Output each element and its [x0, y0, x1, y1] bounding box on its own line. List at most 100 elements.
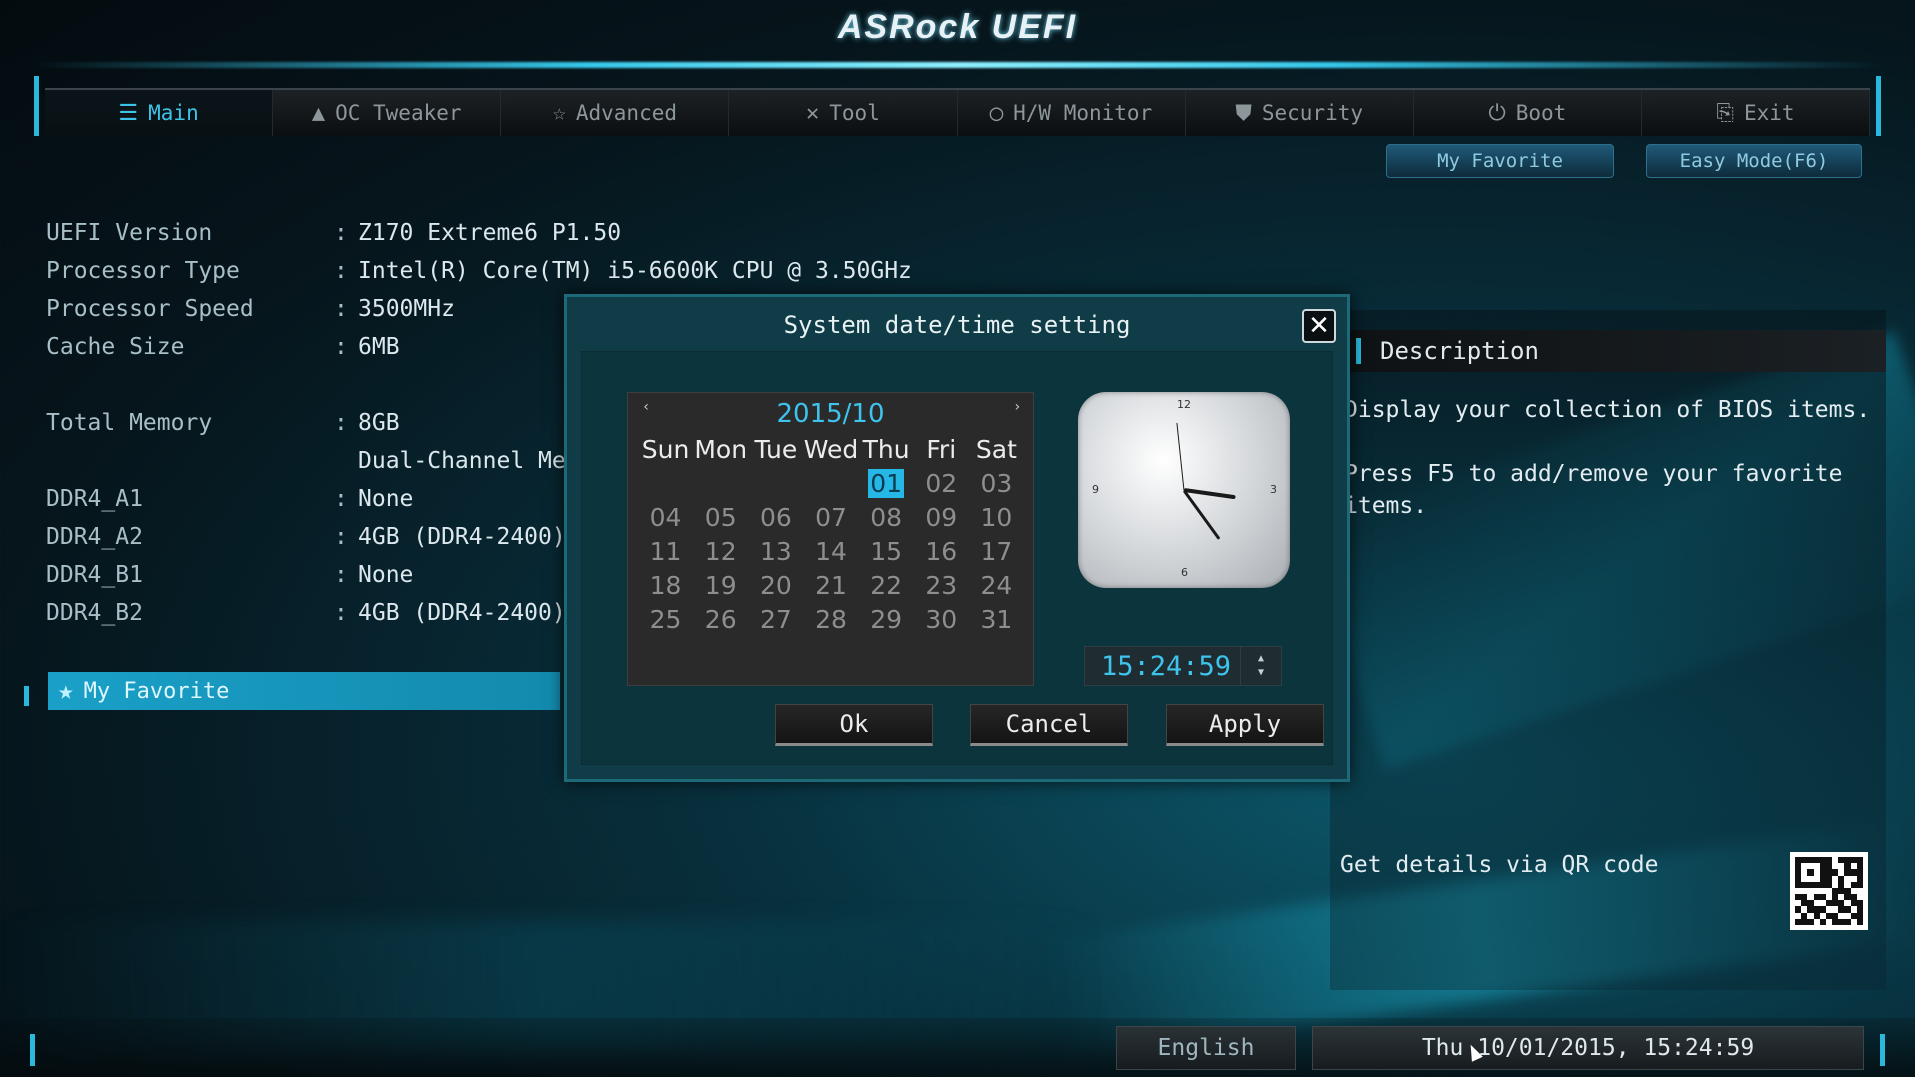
calendar-day-number: 29	[870, 605, 903, 634]
dialog-title: System date/time setting	[783, 311, 1131, 339]
calendar-day[interactable]: 06	[748, 501, 803, 535]
calendar-day[interactable]: 04	[638, 501, 693, 535]
calendar-day[interactable]: 07	[803, 501, 858, 535]
calendar-day[interactable]: 03	[969, 467, 1024, 501]
calendar-day[interactable]: 12	[693, 535, 748, 569]
calendar-day-number: 14	[815, 537, 847, 566]
calendar-day-number: 22	[870, 571, 903, 600]
calendar-day[interactable]: 24	[969, 569, 1024, 603]
calendar-day-number: 27	[759, 605, 792, 634]
calendar-day[interactable]: 31	[969, 603, 1024, 637]
calendar-day-number: 28	[815, 605, 847, 634]
tab-label: H/W Monitor	[1013, 101, 1153, 125]
calendar-day-number: 25	[649, 605, 682, 634]
system-datetime-display[interactable]: Thu 10/01/2015, 15:24:59	[1312, 1026, 1864, 1070]
calendar-day[interactable]: 05	[693, 501, 748, 535]
calendar-day-number: 26	[704, 605, 737, 634]
next-month-button[interactable]: ›	[1013, 399, 1021, 415]
tab-h-w-monitor[interactable]: ◯ H/W Monitor	[958, 90, 1186, 136]
info-separator: :	[334, 562, 348, 588]
calendar-day-number: 05	[704, 503, 737, 532]
info-value: Z170 Extreme6 P1.50	[358, 220, 622, 246]
calendar-day[interactable]: 17	[969, 535, 1024, 569]
ok-button[interactable]: Ok	[775, 704, 933, 746]
close-icon[interactable]: ✕	[1302, 309, 1336, 343]
calendar-day-selected[interactable]: 01	[859, 467, 914, 501]
info-label: Processor Type	[46, 258, 240, 284]
calendar-day[interactable]: 16	[914, 535, 969, 569]
info-separator: :	[334, 486, 348, 512]
stepper-down-icon[interactable]: ▼	[1258, 666, 1264, 680]
calendar-day[interactable]: 09	[914, 501, 969, 535]
calendar-day[interactable]: 28	[803, 603, 858, 637]
asrock-uefi-logo: ASRock UEFI	[837, 8, 1078, 46]
info-value: 8GB	[358, 410, 400, 436]
calendar: ‹ 2015/10 › Sun Mon Tue Wed Thu Fri Sat 01 02 03 0…	[627, 392, 1034, 686]
calendar-day-number: 02	[925, 469, 958, 498]
tools-icon: ✕	[806, 100, 820, 126]
info-separator: :	[334, 410, 348, 436]
calendar-day[interactable]: 02	[914, 467, 969, 501]
language-button[interactable]: English	[1116, 1026, 1296, 1070]
calendar-day-number: 06	[759, 503, 792, 532]
calendar-day-number: 19	[704, 571, 737, 600]
bottom-right-edge-bar	[1880, 1034, 1885, 1066]
info-value: Intel(R) Core(TM) i5-6600K CPU @ 3.50GHz	[358, 258, 912, 284]
calendar-day[interactable]: 13	[748, 535, 803, 569]
star-icon: ★	[58, 676, 74, 706]
apply-button[interactable]: Apply	[1166, 704, 1324, 746]
calendar-day[interactable]: 23	[914, 569, 969, 603]
info-label: UEFI Version	[46, 220, 213, 246]
calendar-blank	[803, 467, 858, 501]
calendar-day[interactable]: 08	[859, 501, 914, 535]
calendar-day[interactable]: 22	[859, 569, 914, 603]
calendar-day[interactable]: 26	[693, 603, 748, 637]
calendar-day[interactable]: 19	[693, 569, 748, 603]
cancel-button[interactable]: Cancel	[970, 704, 1128, 746]
tab-security[interactable]: ⛊ Security	[1186, 90, 1414, 136]
tab-label: Boot	[1515, 101, 1567, 125]
main-tab-bar: ☰ Main ▲ OC Tweaker ☆ Advanced ✕ Tool ◯ H/W Monit…	[45, 88, 1870, 136]
weekday-header: Wed	[803, 435, 859, 464]
calendar-day[interactable]: 11	[638, 535, 693, 569]
rocket-icon: ▲	[311, 100, 326, 126]
tab-main[interactable]: ☰ Main	[45, 90, 274, 136]
clock-number-12: 12	[1177, 398, 1191, 411]
calendar-day[interactable]: 15	[859, 535, 914, 569]
calendar-day[interactable]: 29	[859, 603, 914, 637]
calendar-day[interactable]: 25	[638, 603, 693, 637]
my-favorite-bar[interactable]: ★ My Favorite	[48, 672, 560, 710]
info-label: DDR4_B2	[46, 600, 143, 626]
list-icon: ☰	[118, 100, 139, 126]
clock-minute-hand	[1182, 489, 1221, 540]
calendar-day-number: 16	[925, 537, 958, 566]
calendar-day[interactable]: 10	[969, 501, 1024, 535]
calendar-day[interactable]: 21	[803, 569, 858, 603]
calendar-blank	[748, 467, 803, 501]
tab-boot[interactable]: ⏻ Boot	[1414, 90, 1642, 136]
calendar-day[interactable]: 30	[914, 603, 969, 637]
tab-label: Main	[148, 101, 199, 125]
info-label: DDR4_B1	[46, 562, 143, 588]
calendar-blank	[693, 467, 748, 501]
stepper-up-icon[interactable]: ▲	[1258, 652, 1264, 666]
tab-label: OC Tweaker	[335, 101, 462, 125]
calendar-day-number: 07	[815, 503, 847, 532]
info-value: None	[358, 486, 414, 512]
calendar-day[interactable]: 27	[748, 603, 803, 637]
time-stepper[interactable]: ▲ ▼	[1240, 646, 1282, 686]
analog-clock: 12 3 6 9	[1078, 392, 1290, 588]
calendar-day[interactable]: 14	[803, 535, 858, 569]
tab-exit[interactable]: ⎘ Exit	[1642, 90, 1870, 136]
calendar-day[interactable]: 18	[638, 569, 693, 603]
tab-tool[interactable]: ✕ Tool	[729, 90, 958, 136]
tab-oc-tweaker[interactable]: ▲ OC Tweaker	[273, 90, 502, 136]
my-favorite-button[interactable]: My Favorite	[1386, 144, 1614, 178]
weekday-header: Thu	[862, 435, 910, 464]
description-header: Description	[1350, 330, 1886, 372]
tab-advanced[interactable]: ☆ Advanced	[501, 90, 730, 136]
monitor-icon: ◯	[989, 100, 1004, 126]
calendar-day[interactable]: 20	[748, 569, 803, 603]
time-input[interactable]: 15:24:59	[1084, 646, 1248, 686]
easy-mode-button[interactable]: Easy Mode(F6)	[1646, 144, 1862, 178]
